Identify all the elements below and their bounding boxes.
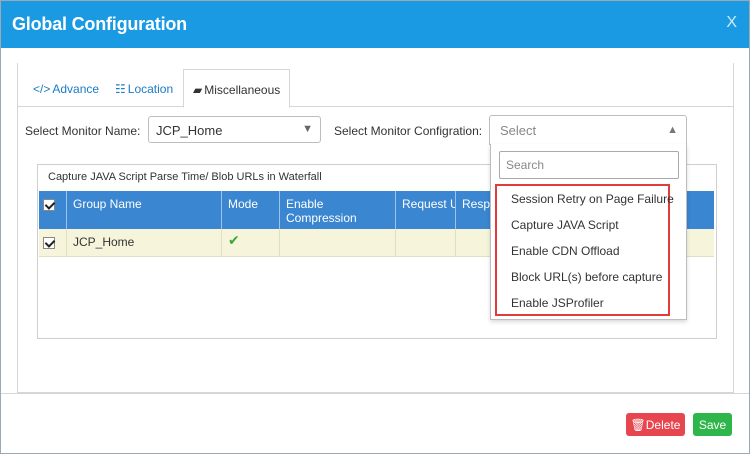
table-row[interactable]: JCP_Home ✔ <box>39 229 492 257</box>
dialog-title: Global Configuration <box>12 14 187 34</box>
sliders-icon: ☷ <box>115 82 126 96</box>
row-request-url <box>396 229 456 257</box>
column-mode[interactable]: Mode <box>222 191 280 229</box>
checkbox-icon <box>43 198 55 211</box>
tab-miscellaneous-label: Miscellaneous <box>204 83 281 97</box>
option-session-retry[interactable]: Session Retry on Page Failure <box>511 192 674 206</box>
option-capture-java-script[interactable]: Capture JAVA Script <box>511 218 619 232</box>
row-response <box>456 229 492 257</box>
tab-strip: </> Advance ☷ Location ▰ Miscellaneous <box>17 69 734 108</box>
option-block-urls[interactable]: Block URL(s) before capture <box>511 270 662 284</box>
row-enable-compression <box>280 229 396 257</box>
column-group-name[interactable]: Group Name <box>67 191 222 229</box>
close-icon[interactable]: X <box>726 14 737 32</box>
row-mode: ✔ <box>222 229 280 257</box>
caret-up-icon: ▲ <box>667 124 678 136</box>
table-row-tail <box>687 229 714 257</box>
monitor-name-select[interactable]: JCP_Home ▼ <box>148 116 321 143</box>
tab-miscellaneous[interactable]: ▰ Miscellaneous <box>183 69 290 108</box>
monitor-name-value: JCP_Home <box>156 123 223 138</box>
table-header: Group Name Mode Enable Compression Reque… <box>39 191 492 229</box>
dropdown-search-input[interactable] <box>499 151 679 179</box>
checkbox-icon <box>43 236 55 249</box>
column-enable-compression[interactable]: Enable Compression <box>280 191 396 229</box>
option-enable-cdn-offload[interactable]: Enable CDN Offload <box>511 244 620 258</box>
monitor-config-label: Select Monitor Configration: <box>334 124 483 138</box>
code-icon: </> <box>33 82 51 96</box>
delete-button-label: Delete <box>645 417 681 432</box>
check-icon: ✔ <box>228 232 240 248</box>
tab-location[interactable]: ☷ Location <box>115 69 173 107</box>
caret-down-icon: ▼ <box>302 123 313 135</box>
option-enable-jsprofiler[interactable]: Enable JSProfiler <box>511 296 604 310</box>
tab-advance-label: Advance <box>52 82 100 96</box>
trash-icon: 🗑 <box>630 417 646 432</box>
tab-location-label: Location <box>127 82 174 96</box>
tab-advance[interactable]: </> Advance <box>33 69 99 107</box>
panel-heading: Capture JAVA Script Parse Time/ Blob URL… <box>48 171 322 183</box>
global-configuration-dialog: Global Configuration X </> Advance ☷ Locat… <box>0 0 750 454</box>
table-header-tail <box>687 191 714 229</box>
select-all-checkbox[interactable] <box>39 191 67 229</box>
monitor-config-select[interactable]: Select ▲ <box>489 115 687 145</box>
save-button[interactable]: Save <box>693 413 732 436</box>
column-response[interactable]: Respo <box>456 191 492 229</box>
monitor-config-placeholder: Select <box>500 123 537 138</box>
column-request-url[interactable]: Request U <box>396 191 456 229</box>
row-checkbox[interactable] <box>39 229 67 257</box>
group-table: Group Name Mode Enable Compression Reque… <box>39 191 492 257</box>
book-icon: ▰ <box>193 83 203 97</box>
dialog-title-bar: Global Configuration X <box>1 1 749 48</box>
delete-button[interactable]: 🗑Delete <box>626 413 685 436</box>
row-group-name: JCP_Home <box>67 229 222 257</box>
monitor-name-label: Select Monitor Name: <box>25 124 141 138</box>
monitor-config-dropdown: Session Retry on Page Failure Capture JA… <box>490 144 687 320</box>
